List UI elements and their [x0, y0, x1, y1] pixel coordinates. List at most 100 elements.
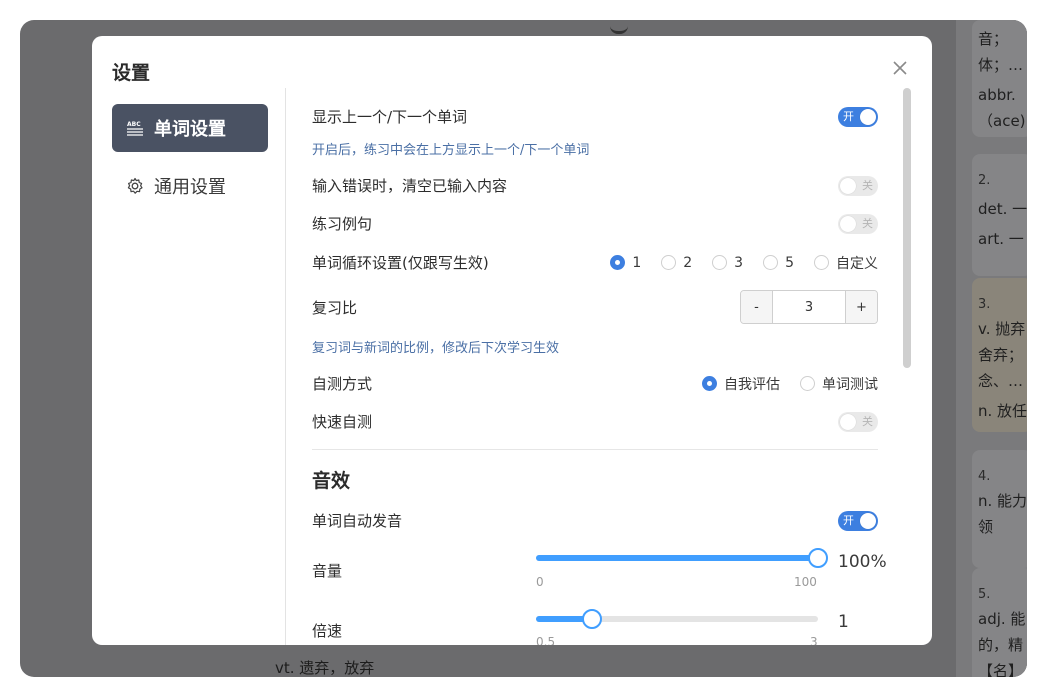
slider-thumb[interactable] [808, 548, 828, 568]
sidebar-item-word-settings[interactable]: ABC 单词设置 [112, 104, 268, 152]
speed-slider[interactable] [536, 609, 818, 629]
toggle-text: 开 [843, 109, 854, 123]
svg-text:ABC: ABC [127, 121, 141, 128]
radio-label: 单词测试 [822, 376, 878, 393]
increment-button[interactable]: + [845, 291, 877, 323]
setting-auto-pronounce: 单词自动发音 开 [312, 510, 878, 531]
loop-radio-3[interactable]: 3 [712, 255, 743, 271]
volume-slider[interactable] [536, 548, 828, 568]
radio-dot [610, 255, 626, 270]
loop-radio-group: 1 2 3 5 自定义 [590, 253, 878, 273]
toggle-knob [860, 108, 876, 125]
sidebar-item-label: 通用设置 [154, 177, 226, 198]
section-divider [312, 449, 878, 450]
loop-radio-2[interactable]: 2 [661, 255, 692, 271]
radio-dot [702, 376, 717, 391]
setting-label: 复习比 [312, 298, 358, 317]
card-line: 5. [978, 587, 991, 602]
speed-label: 倍速 [312, 622, 343, 640]
abc-list-icon: ABC [126, 119, 144, 137]
card-line: 舍弃； [978, 346, 1024, 364]
toggle-text: 开 [843, 513, 854, 527]
scrollbar[interactable] [903, 88, 911, 368]
card-line: 4. [978, 469, 991, 484]
setting-show-prev-next: 显示上一个/下一个单词 开 [312, 106, 878, 127]
toggle-knob [840, 215, 856, 232]
clear-on-error-toggle[interactable]: 关 [838, 175, 878, 196]
auto-pronounce-toggle[interactable]: 开 [838, 510, 878, 531]
settings-dialog: 设置 ABC 单词设置 通用设置 显示上一个/下一个单词 开 开启后，练习中会在… [92, 36, 932, 645]
radio-dot [814, 255, 829, 270]
radio-dot [661, 255, 677, 270]
speed-value: 1 [838, 612, 849, 632]
setting-self-test: 自测方式 自我评估 单词测试 [312, 373, 878, 394]
card-line: 领 [978, 518, 994, 536]
setting-practice-sentence: 练习例句 关 [312, 213, 878, 234]
loop-radio-custom[interactable]: 自定义 [814, 253, 878, 273]
radio-label: 2 [683, 254, 693, 271]
review-ratio-stepper: - 3 + [740, 290, 878, 324]
self-test-radio-self-evaluate[interactable]: 自我评估 [702, 374, 780, 394]
radio-label: 3 [734, 254, 744, 271]
card-line: n. 能力 [978, 492, 1027, 510]
radio-dot [800, 376, 815, 391]
card-line: 念、… [978, 372, 1024, 390]
card-line: 3. [978, 297, 991, 312]
setting-hint: 开启后，练习中会在上方显示上一个/下一个单词 [312, 143, 590, 158]
speed-max-label: 3 [810, 635, 818, 645]
dialog-title: 设置 [112, 62, 151, 84]
volume-value: 100% [838, 552, 887, 572]
quick-test-toggle[interactable]: 关 [838, 411, 878, 432]
toggle-knob [860, 512, 876, 529]
background-word-card: 5. adj. 能 的，精 【名】 [972, 568, 1027, 677]
setting-loop: 单词循环设置(仅跟写生效) 1 2 3 5 自定义 [312, 252, 878, 273]
settings-content: 显示上一个/下一个单词 开 开启后，练习中会在上方显示上一个/下一个单词 输入错… [312, 36, 887, 645]
loop-radio-5[interactable]: 5 [763, 255, 794, 271]
show-prev-next-toggle[interactable]: 开 [838, 106, 878, 127]
sidebar-divider [285, 88, 286, 645]
card-line: v. 抛弃 [978, 320, 1026, 338]
close-icon [893, 61, 907, 75]
close-button[interactable] [888, 56, 912, 80]
volume-label: 音量 [312, 562, 343, 580]
review-ratio-value[interactable]: 3 [773, 291, 845, 323]
practice-sentence-toggle[interactable]: 关 [838, 213, 878, 234]
card-line: 2. [978, 173, 991, 188]
card-line: art. 一 [978, 230, 1024, 248]
radio-label: 5 [785, 254, 794, 271]
setting-label: 练习例句 [312, 215, 373, 233]
slider-fill [536, 555, 818, 561]
setting-review-ratio: 复习比 - 3 + [312, 290, 878, 324]
toggle-text: 关 [862, 178, 873, 192]
background-word-card: 音； 体；… abbr. （ace) [972, 20, 1027, 137]
background-definition: vt. 遗弃，放弃 [275, 659, 375, 677]
volume-max-label: 100 [794, 575, 817, 589]
decrement-button[interactable]: - [741, 291, 773, 323]
settings-sidebar: ABC 单词设置 通用设置 [112, 104, 268, 220]
self-test-radio-word-test[interactable]: 单词测试 [800, 374, 878, 394]
toggle-knob [840, 413, 856, 430]
background-word-card: 3. v. 抛弃 舍弃； 念、… n. 放任 [972, 278, 1027, 432]
background-word-card: 4. n. 能力 领 [972, 450, 1027, 568]
setting-label: 单词自动发音 [312, 512, 403, 530]
self-test-radio-group: 自我评估 单词测试 [682, 374, 878, 394]
loop-radio-1[interactable]: 1 [610, 255, 641, 271]
setting-label: 快速自测 [312, 413, 373, 431]
card-line: abbr. [978, 86, 1016, 104]
setting-hint: 复习词与新词的比例，修改后下次学习生效 [312, 341, 560, 356]
setting-label: 输入错误时，清空已输入内容 [312, 177, 508, 195]
toggle-knob [840, 177, 856, 194]
card-line: adj. 能 [978, 610, 1026, 628]
toggle-text: 关 [862, 414, 873, 428]
slider-thumb[interactable] [582, 609, 603, 629]
setting-label: 显示上一个/下一个单词 [312, 108, 468, 126]
sidebar-item-general-settings[interactable]: 通用设置 [112, 162, 268, 210]
card-line: 的，精 [978, 636, 1024, 654]
card-line: det. 一 [978, 200, 1027, 218]
background-word-card: 2. det. 一 art. 一 [972, 154, 1027, 276]
toggle-text: 关 [862, 216, 873, 230]
card-line: 【名】 [978, 662, 1024, 677]
section-title-sound: 音效 [312, 470, 351, 492]
setting-label: 单词循环设置(仅跟写生效) [312, 254, 489, 272]
setting-label: 自测方式 [312, 375, 373, 393]
